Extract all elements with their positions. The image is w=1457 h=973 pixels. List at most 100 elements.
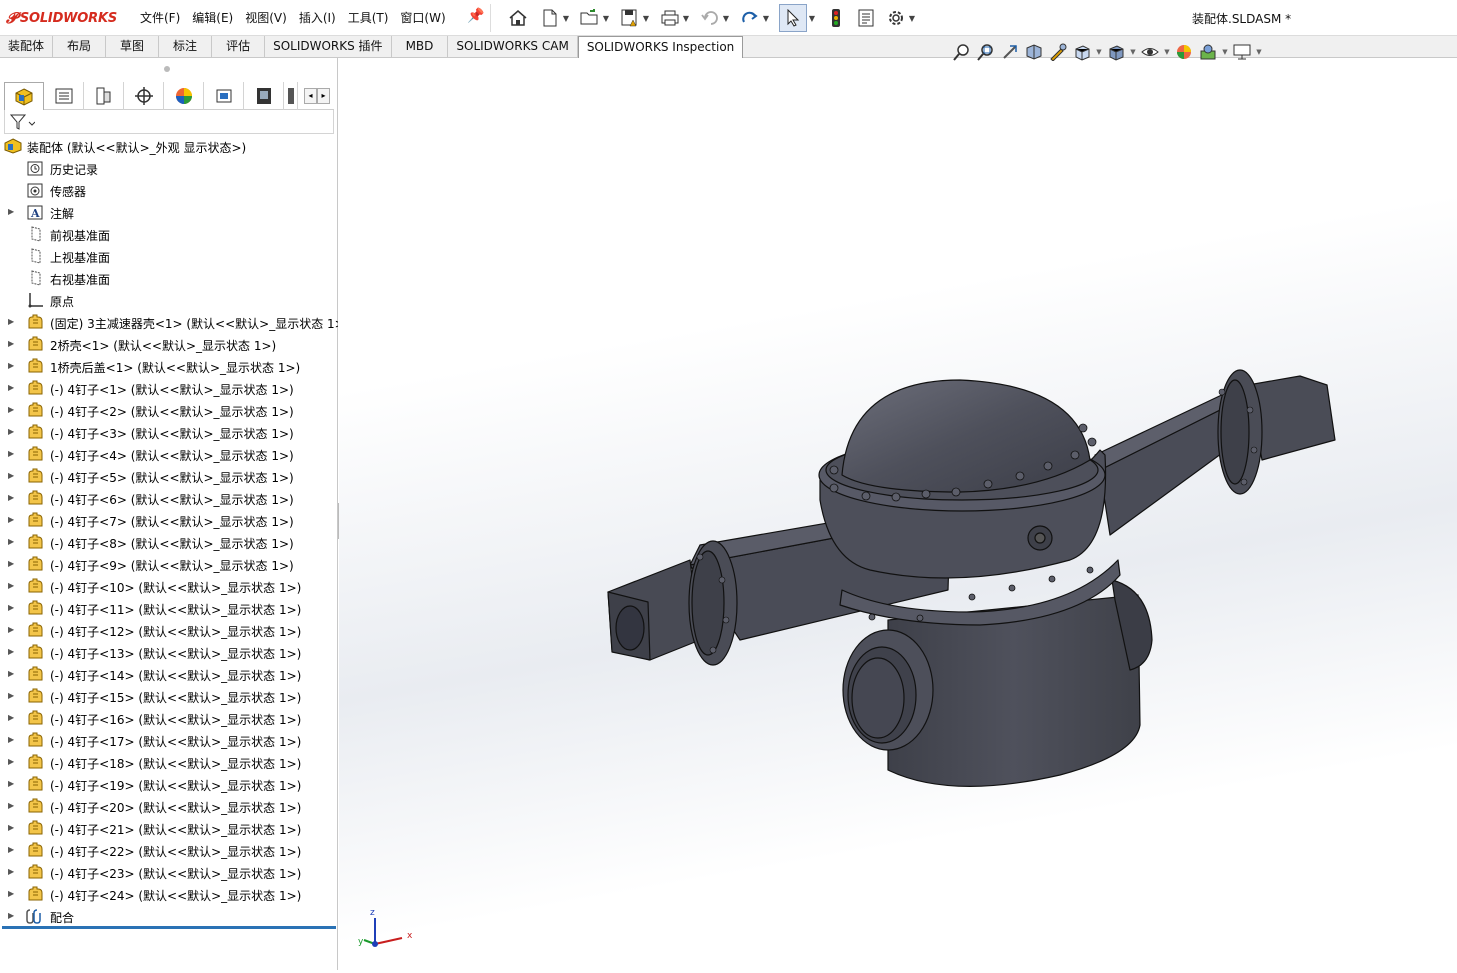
tree-item[interactable]: ▶ (-) 4钉子<7> (默认<<默认>_显示状态 1>) xyxy=(0,509,338,531)
tree-item[interactable]: 原点 xyxy=(0,289,338,311)
tree-item[interactable]: ▶ (-) 4钉子<21> (默认<<默认>_显示状态 1>) xyxy=(0,817,338,839)
tab-assembly[interactable]: 装配体 xyxy=(0,36,54,58)
tree-item[interactable]: ▶ (-) 4钉子<2> (默认<<默认>_显示状态 1>) xyxy=(0,399,338,421)
chevron-down-icon[interactable]: ▼ xyxy=(681,14,691,23)
zoom-to-fit-icon[interactable] xyxy=(950,41,974,63)
menu-view[interactable]: 视图(V) xyxy=(245,9,287,26)
tab-markup[interactable]: 标注 xyxy=(159,36,213,58)
dynamic-annotation-icon[interactable] xyxy=(1046,41,1070,63)
tree-item[interactable]: ▶ (-) 4钉子<18> (默认<<默认>_显示状态 1>) xyxy=(0,751,338,773)
tree-item[interactable]: ▶ (-) 4钉子<3> (默认<<默认>_显示状态 1>) xyxy=(0,421,338,443)
panel-grip[interactable] xyxy=(164,66,170,72)
tree-item[interactable]: ▶ 2桥壳<1> (默认<<默认>_显示状态 1>) xyxy=(0,333,338,355)
graphics-area[interactable]: z y x xyxy=(339,58,1457,970)
tree-item[interactable]: 前视基准面 xyxy=(0,223,338,245)
display-manager-tab-icon[interactable] xyxy=(164,82,204,110)
expand-arrow-icon[interactable]: ▶ xyxy=(8,647,16,657)
feature-manager-tab-icon[interactable] xyxy=(4,82,44,110)
tab-mbd[interactable]: MBD xyxy=(392,36,449,58)
tree-item[interactable]: ▶ (-) 4钉子<24> (默认<<默认>_显示状态 1>) xyxy=(0,883,338,905)
menu-tools[interactable]: 工具(T) xyxy=(348,9,389,26)
tree-item[interactable]: 历史记录 xyxy=(0,157,338,179)
zoom-to-area-icon[interactable] xyxy=(974,41,998,63)
expand-arrow-icon[interactable]: ▶ xyxy=(8,889,16,899)
axle-housing-model[interactable] xyxy=(607,369,1336,787)
tab-addins[interactable]: SOLIDWORKS 插件 xyxy=(265,36,392,58)
expand-arrow-icon[interactable]: ▶ xyxy=(8,713,16,723)
expand-arrow-icon[interactable]: ▶ xyxy=(8,691,16,701)
select-pointer-icon[interactable] xyxy=(779,4,807,32)
expand-arrow-icon[interactable]: ▶ xyxy=(8,801,16,811)
menu-edit[interactable]: 编辑(E) xyxy=(192,9,233,26)
tree-item[interactable]: ▶ (-) 4钉子<8> (默认<<默认>_显示状态 1>) xyxy=(0,531,338,553)
expand-arrow-icon[interactable]: ▶ xyxy=(8,581,16,591)
tree-item[interactable]: ▶ 配合 xyxy=(0,905,338,927)
tree-item[interactable]: ▶ (-) 4钉子<9> (默认<<默认>_显示状态 1>) xyxy=(0,553,338,575)
expand-arrow-icon[interactable]: ▶ xyxy=(8,383,16,393)
expand-arrow-icon[interactable]: ▶ xyxy=(8,735,16,745)
apply-scene-icon[interactable] xyxy=(1196,41,1220,63)
expand-arrow-icon[interactable]: ▶ xyxy=(8,669,16,679)
display-style-icon[interactable] xyxy=(1104,41,1128,63)
tree-item[interactable]: ▶ (-) 4钉子<12> (默认<<默认>_显示状态 1>) xyxy=(0,619,338,641)
previous-view-icon[interactable] xyxy=(998,41,1022,63)
dimxpert-tab-icon[interactable] xyxy=(124,82,164,110)
expand-arrow-icon[interactable]: ▶ xyxy=(8,493,16,503)
expand-arrow-icon[interactable]: ▶ xyxy=(8,823,16,833)
expand-arrow-icon[interactable]: ▶ xyxy=(8,603,16,613)
expand-arrow-icon[interactable]: ▶ xyxy=(8,317,16,327)
chevron-down-icon[interactable]: ▼ xyxy=(641,14,651,23)
solidworks-logo[interactable]: 𝓟 SOLIDWORKS xyxy=(6,8,117,28)
expand-arrow-icon[interactable]: ▶ xyxy=(8,779,16,789)
tree-item[interactable]: ▶ (-) 4钉子<5> (默认<<默认>_显示状态 1>) xyxy=(0,465,338,487)
tree-item[interactable]: ▶ (-) 4钉子<23> (默认<<默认>_显示状态 1>) xyxy=(0,861,338,883)
tree-item[interactable]: 右视基准面 xyxy=(0,267,338,289)
expand-arrow-icon[interactable]: ▶ xyxy=(8,537,16,547)
scroll-left-icon[interactable]: ◂ xyxy=(304,87,317,104)
view-settings-icon[interactable] xyxy=(1230,41,1254,63)
expand-arrow-icon[interactable]: ▶ xyxy=(8,559,16,569)
expand-arrow-icon[interactable]: ▶ xyxy=(8,867,16,877)
tree-item[interactable]: ▶ (-) 4钉子<20> (默认<<默认>_显示状态 1>) xyxy=(0,795,338,817)
model-3d-view[interactable]: z y x xyxy=(339,58,1457,970)
menu-insert[interactable]: 插入(I) xyxy=(299,9,336,26)
expand-arrow-icon[interactable]: ▶ xyxy=(8,515,16,525)
new-document-icon[interactable] xyxy=(539,7,561,29)
chevron-down-icon[interactable]: ▼ xyxy=(1162,48,1172,56)
expand-arrow-icon[interactable]: ▶ xyxy=(8,625,16,635)
expand-arrow-icon[interactable]: ▶ xyxy=(8,757,16,767)
file-properties-icon[interactable] xyxy=(855,7,877,29)
chevron-down-icon[interactable]: ▼ xyxy=(721,14,731,23)
chevron-down-icon[interactable]: ▼ xyxy=(761,14,771,23)
pin-icon[interactable]: 📌 xyxy=(467,8,484,24)
chevron-down-icon[interactable]: ▼ xyxy=(1128,48,1138,56)
tree-item[interactable]: ▶ (-) 4钉子<11> (默认<<默认>_显示状态 1>) xyxy=(0,597,338,619)
tree-item[interactable]: 上视基准面 xyxy=(0,245,338,267)
tree-item[interactable]: ▶ (-) 4钉子<13> (默认<<默认>_显示状态 1>) xyxy=(0,641,338,663)
expand-arrow-icon[interactable]: ▶ xyxy=(8,845,16,855)
tab-layout[interactable]: 布局 xyxy=(53,36,107,58)
expand-arrow-icon[interactable]: ▶ xyxy=(8,207,16,217)
expand-arrow-icon[interactable]: ▶ xyxy=(8,471,16,481)
expand-arrow-icon[interactable]: ▶ xyxy=(8,911,16,921)
tree-filter-bar[interactable] xyxy=(4,110,334,134)
tree-item[interactable]: ▶ A 注解 xyxy=(0,201,338,223)
view-orientation-icon[interactable] xyxy=(1070,41,1094,63)
chevron-down-icon[interactable]: ▼ xyxy=(907,14,917,23)
tree-item[interactable]: ▶ (固定) 3主减速器壳<1> (默认<<默认>_显示状态 1>) xyxy=(0,311,338,333)
tab-inspection[interactable]: SOLIDWORKS Inspection xyxy=(577,36,744,58)
open-folder-icon[interactable] xyxy=(579,7,601,29)
tree-item[interactable]: ▶ (-) 4钉子<16> (默认<<默认>_显示状态 1>) xyxy=(0,707,338,729)
tree-item[interactable]: ▶ 1桥壳后盖<1> (默认<<默认>_显示状态 1>) xyxy=(0,355,338,377)
expand-arrow-icon[interactable]: ▶ xyxy=(8,427,16,437)
tab-sketch[interactable]: 草图 xyxy=(106,36,160,58)
tree-item[interactable]: ▶ (-) 4钉子<4> (默认<<默认>_显示状态 1>) xyxy=(0,443,338,465)
tree-item[interactable]: ▶ (-) 4钉子<10> (默认<<默认>_显示状态 1>) xyxy=(0,575,338,597)
chevron-down-icon[interactable]: ▼ xyxy=(1094,48,1104,56)
tree-item[interactable]: ▶ (-) 4钉子<19> (默认<<默认>_显示状态 1>) xyxy=(0,773,338,795)
tree-item[interactable]: ▶ (-) 4钉子<22> (默认<<默认>_显示状态 1>) xyxy=(0,839,338,861)
hide-show-items-icon[interactable] xyxy=(1138,41,1162,63)
scroll-right-icon[interactable]: ▸ xyxy=(317,87,330,104)
tab-cam[interactable]: SOLIDWORKS CAM xyxy=(448,36,578,58)
tree-item[interactable]: 传感器 xyxy=(0,179,338,201)
